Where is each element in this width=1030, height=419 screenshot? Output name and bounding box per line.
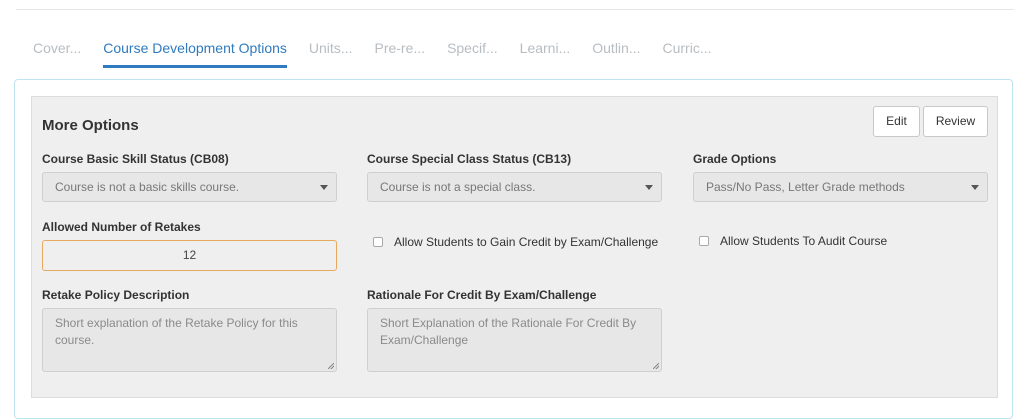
retake-policy-textarea[interactable]: Short explanation of the Retake Policy f… <box>42 308 337 372</box>
tab-cover[interactable]: Cover... <box>33 36 81 65</box>
grade-options-label: Grade Options <box>693 152 777 166</box>
top-divider <box>16 9 1014 10</box>
credit-by-exam-option[interactable]: Allow Students to Gain Credit by Exam/Ch… <box>373 235 658 249</box>
section-tabs: Cover... Course Development Options Unit… <box>33 36 734 70</box>
basic-skill-value: Course is not a basic skills course. <box>55 180 240 194</box>
rationale-placeholder: Short Explanation of the Rationale For C… <box>380 316 637 347</box>
basic-skill-label: Course Basic Skill Status (CB08) <box>42 152 229 166</box>
special-class-value: Course is not a special class. <box>380 180 536 194</box>
grade-options-value: Pass/No Pass, Letter Grade methods <box>706 180 905 194</box>
special-class-select[interactable]: Course is not a special class. <box>367 172 662 202</box>
resize-handle-icon[interactable] <box>653 363 659 369</box>
retake-policy-label: Retake Policy Description <box>42 288 190 302</box>
audit-label: Allow Students To Audit Course <box>720 234 888 248</box>
tab-units[interactable]: Units... <box>309 36 353 65</box>
rationale-textarea[interactable]: Short Explanation of the Rationale For C… <box>367 308 662 372</box>
tab-course-development-options[interactable]: Course Development Options <box>103 36 287 68</box>
special-class-label: Course Special Class Status (CB13) <box>367 152 572 166</box>
resize-handle-icon[interactable] <box>328 363 334 369</box>
tab-curriculum[interactable]: Curric... <box>663 36 712 65</box>
panel-title: More Options <box>42 117 139 134</box>
tab-prerequisites[interactable]: Pre-re... <box>374 36 425 65</box>
retakes-input[interactable]: 12 <box>42 240 337 271</box>
chevron-down-icon <box>645 185 653 190</box>
more-options-panel: More Options Edit Review Course Basic Sk… <box>31 96 998 398</box>
retake-policy-placeholder: Short explanation of the Retake Policy f… <box>55 316 298 347</box>
content-container: More Options Edit Review Course Basic Sk… <box>14 79 1013 419</box>
tab-specifications[interactable]: Specif... <box>447 36 498 65</box>
credit-by-exam-label: Allow Students to Gain Credit by Exam/Ch… <box>394 235 659 249</box>
tab-outline[interactable]: Outlin... <box>592 36 640 65</box>
audit-option[interactable]: Allow Students To Audit Course <box>699 234 887 248</box>
audit-checkbox[interactable] <box>699 236 709 246</box>
review-button[interactable]: Review <box>923 106 988 137</box>
credit-by-exam-checkbox[interactable] <box>373 237 383 247</box>
chevron-down-icon <box>971 185 979 190</box>
grade-options-select[interactable]: Pass/No Pass, Letter Grade methods <box>693 172 988 202</box>
edit-button[interactable]: Edit <box>873 106 920 137</box>
basic-skill-select[interactable]: Course is not a basic skills course. <box>42 172 337 202</box>
tab-learning[interactable]: Learni... <box>520 36 571 65</box>
retakes-label: Allowed Number of Retakes <box>42 220 201 234</box>
chevron-down-icon <box>320 185 328 190</box>
rationale-label: Rationale For Credit By Exam/Challenge <box>367 288 597 302</box>
